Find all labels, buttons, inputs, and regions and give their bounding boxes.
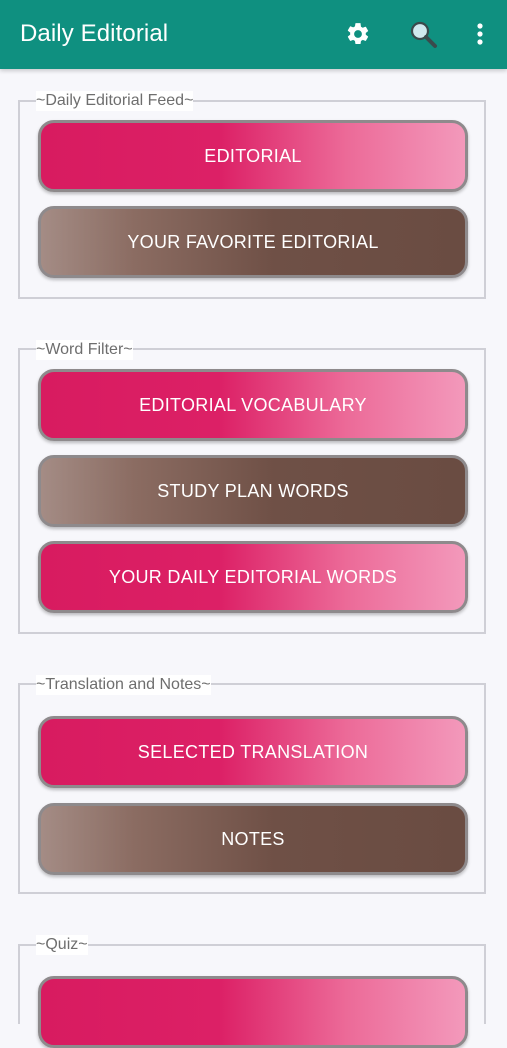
gear-icon — [347, 23, 369, 45]
section-label-quiz: ~Quiz~ — [36, 935, 88, 955]
search-icon — [410, 21, 437, 48]
daily-editorial-words-button[interactable]: YOUR DAILY EDITORIAL WORDS — [38, 541, 468, 613]
section-label-word-filter: ~Word Filter~ — [36, 340, 133, 360]
search-button[interactable] — [406, 17, 440, 51]
editorial-vocabulary-button[interactable]: EDITORIAL VOCABULARY — [38, 369, 468, 441]
more-vert-icon — [477, 23, 483, 45]
favorite-editorial-button[interactable]: YOUR FAVORITE EDITORIAL — [38, 206, 468, 278]
section-label-translation-and-notes: ~Translation and Notes~ — [36, 675, 211, 695]
overflow-menu-button[interactable] — [463, 17, 497, 51]
section-label-daily-editorial-feed: ~Daily Editorial Feed~ — [36, 91, 194, 111]
notes-button[interactable]: NOTES — [38, 803, 468, 875]
editorial-button[interactable]: EDITORIAL — [38, 120, 468, 192]
settings-button[interactable] — [341, 17, 375, 51]
selected-translation-button[interactable]: SELECTED TRANSLATION — [38, 716, 468, 788]
app-title: Daily Editorial — [20, 20, 169, 47]
quiz-button[interactable] — [38, 976, 468, 1048]
app-bar: Daily Editorial — [0, 0, 507, 69]
study-plan-words-button[interactable]: STUDY PLAN WORDS — [38, 455, 468, 527]
